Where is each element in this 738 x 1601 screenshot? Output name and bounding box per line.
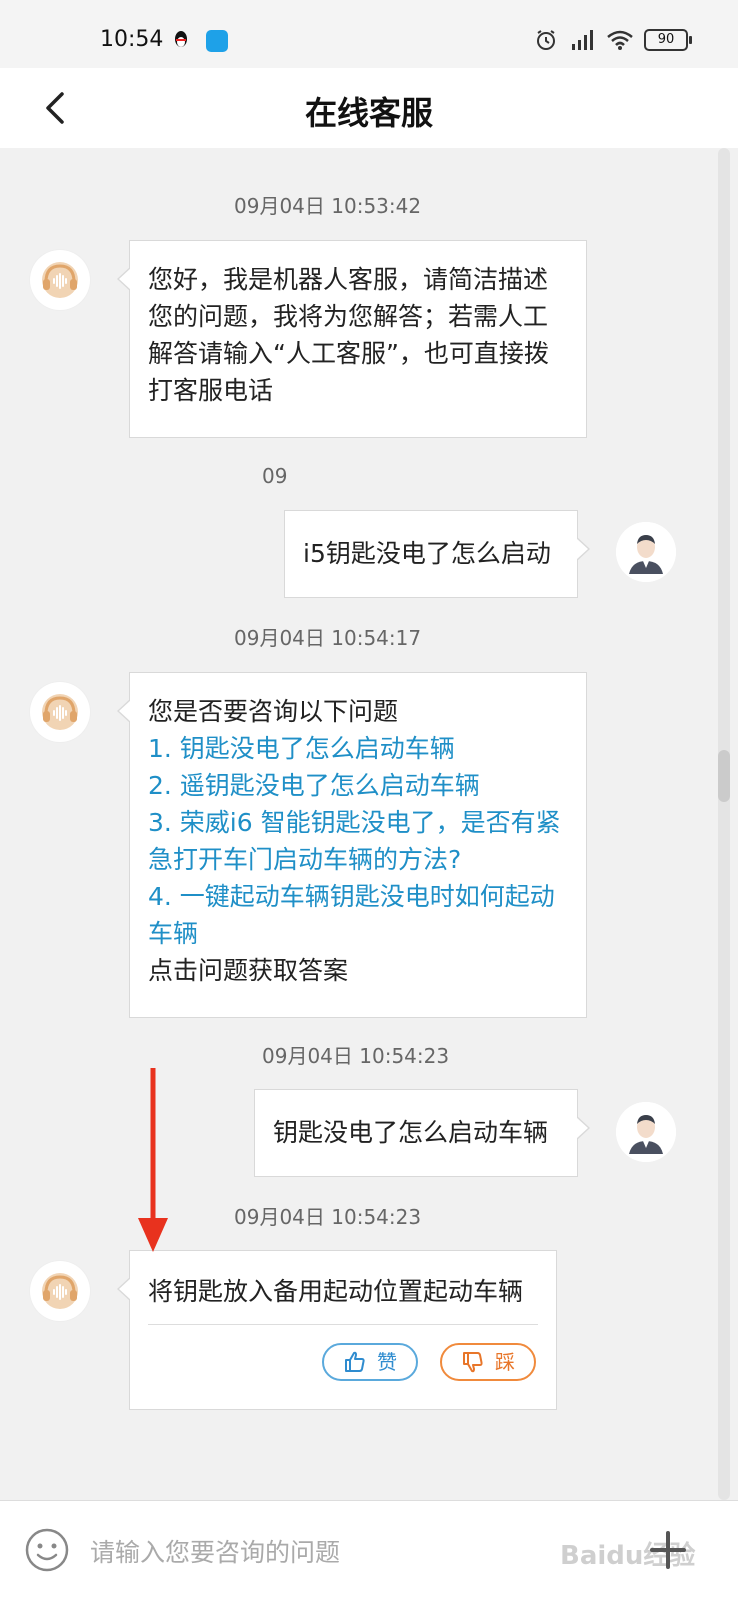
- message-outro: 点击问题获取答案: [148, 956, 349, 985]
- emoji-icon[interactable]: [24, 1527, 70, 1573]
- headset-icon: [42, 262, 78, 298]
- bot-avatar: [30, 250, 90, 310]
- user-avatar-icon: [616, 522, 676, 582]
- app-icon: [206, 30, 228, 52]
- message-timestamp: 09月04日 10:54:17: [234, 626, 422, 650]
- app-header: 在线客服: [0, 68, 738, 148]
- thumbs-down-icon: [463, 1352, 483, 1373]
- suggested-question-link[interactable]: 2. 遥钥匙没电了怎么启动车辆: [148, 767, 568, 804]
- user-avatar-icon: [616, 1102, 676, 1162]
- message-timestamp: 09月04日 10:54:23: [262, 1044, 450, 1068]
- scrollbar-track[interactable]: [718, 148, 730, 1500]
- suggested-question-link[interactable]: 1. 钥匙没电了怎么启动车辆: [148, 730, 568, 767]
- message-timestamp: 09月04日 10:53:42: [234, 194, 422, 218]
- message-text: i5钥匙没电了怎么启动: [303, 539, 551, 568]
- message-timestamp: 09: [262, 464, 288, 488]
- headset-icon: [42, 1273, 78, 1309]
- page-title: 在线客服: [304, 94, 433, 132]
- message-text: 您好，我是机器人客服，请简洁描述您的问题，我将为您解答；若需人工解答请输入“人工…: [148, 265, 549, 405]
- status-time: 10:54: [100, 27, 164, 52]
- suggested-question-link[interactable]: 4. 一键起动车辆钥匙没电时如何起动车辆: [148, 878, 568, 952]
- status-icons: 90: [534, 28, 692, 52]
- bot-avatar: [30, 1261, 90, 1321]
- like-button[interactable]: 赞: [322, 1343, 418, 1381]
- scrollbar-thumb[interactable]: [718, 750, 730, 802]
- alarm-icon: [537, 30, 555, 50]
- chat-area[interactable]: 09月04日 10:53:42 您好，我是机器人客服，请简洁描述您的问题，我将为…: [0, 148, 738, 1500]
- suggested-question-link[interactable]: 3. 荣威i6 智能钥匙没电了，是否有紧急打开车门启动车辆的方法?: [148, 804, 568, 878]
- signal-icon: [572, 30, 593, 50]
- bot-message-bubble: 您是否要咨询以下问题 1. 钥匙没电了怎么启动车辆 2. 遥钥匙没电了怎么启动车…: [117, 672, 587, 1018]
- bot-message-bubble: 将钥匙放入备用起动位置起动车辆 赞 踩: [117, 1250, 557, 1410]
- red-arrow-annotation: [138, 1068, 168, 1252]
- bot-avatar: [30, 682, 90, 742]
- message-input[interactable]: [88, 1531, 552, 1573]
- battery-icon: 90: [644, 29, 692, 51]
- like-label: 赞: [377, 1350, 397, 1374]
- wifi-icon: [607, 30, 633, 50]
- status-bar: 10:54 90: [0, 0, 738, 68]
- divider: [148, 1324, 538, 1325]
- thumbs-up-icon: [345, 1351, 365, 1372]
- dislike-button[interactable]: 踩: [440, 1343, 536, 1381]
- message-text: 钥匙没电了怎么启动车辆: [273, 1118, 549, 1147]
- qq-icon: [175, 31, 187, 47]
- input-bar: Baidu经验: [0, 1500, 738, 1601]
- plus-icon[interactable]: [648, 1527, 688, 1573]
- user-message-bubble: 钥匙没电了怎么启动车辆: [254, 1089, 590, 1177]
- message-timestamp: 09月04日 10:54:23: [234, 1205, 422, 1229]
- bot-message-bubble: 您好，我是机器人客服，请简洁描述您的问题，我将为您解答；若需人工解答请输入“人工…: [117, 240, 587, 438]
- dislike-label: 踩: [495, 1350, 515, 1374]
- headset-icon: [42, 694, 78, 730]
- user-message-bubble: i5钥匙没电了怎么启动: [284, 510, 590, 598]
- message-intro: 您是否要咨询以下问题: [148, 697, 399, 726]
- user-avatar: [616, 522, 676, 582]
- message-text: 将钥匙放入备用起动位置起动车辆: [148, 1277, 524, 1306]
- user-avatar: [616, 1102, 676, 1162]
